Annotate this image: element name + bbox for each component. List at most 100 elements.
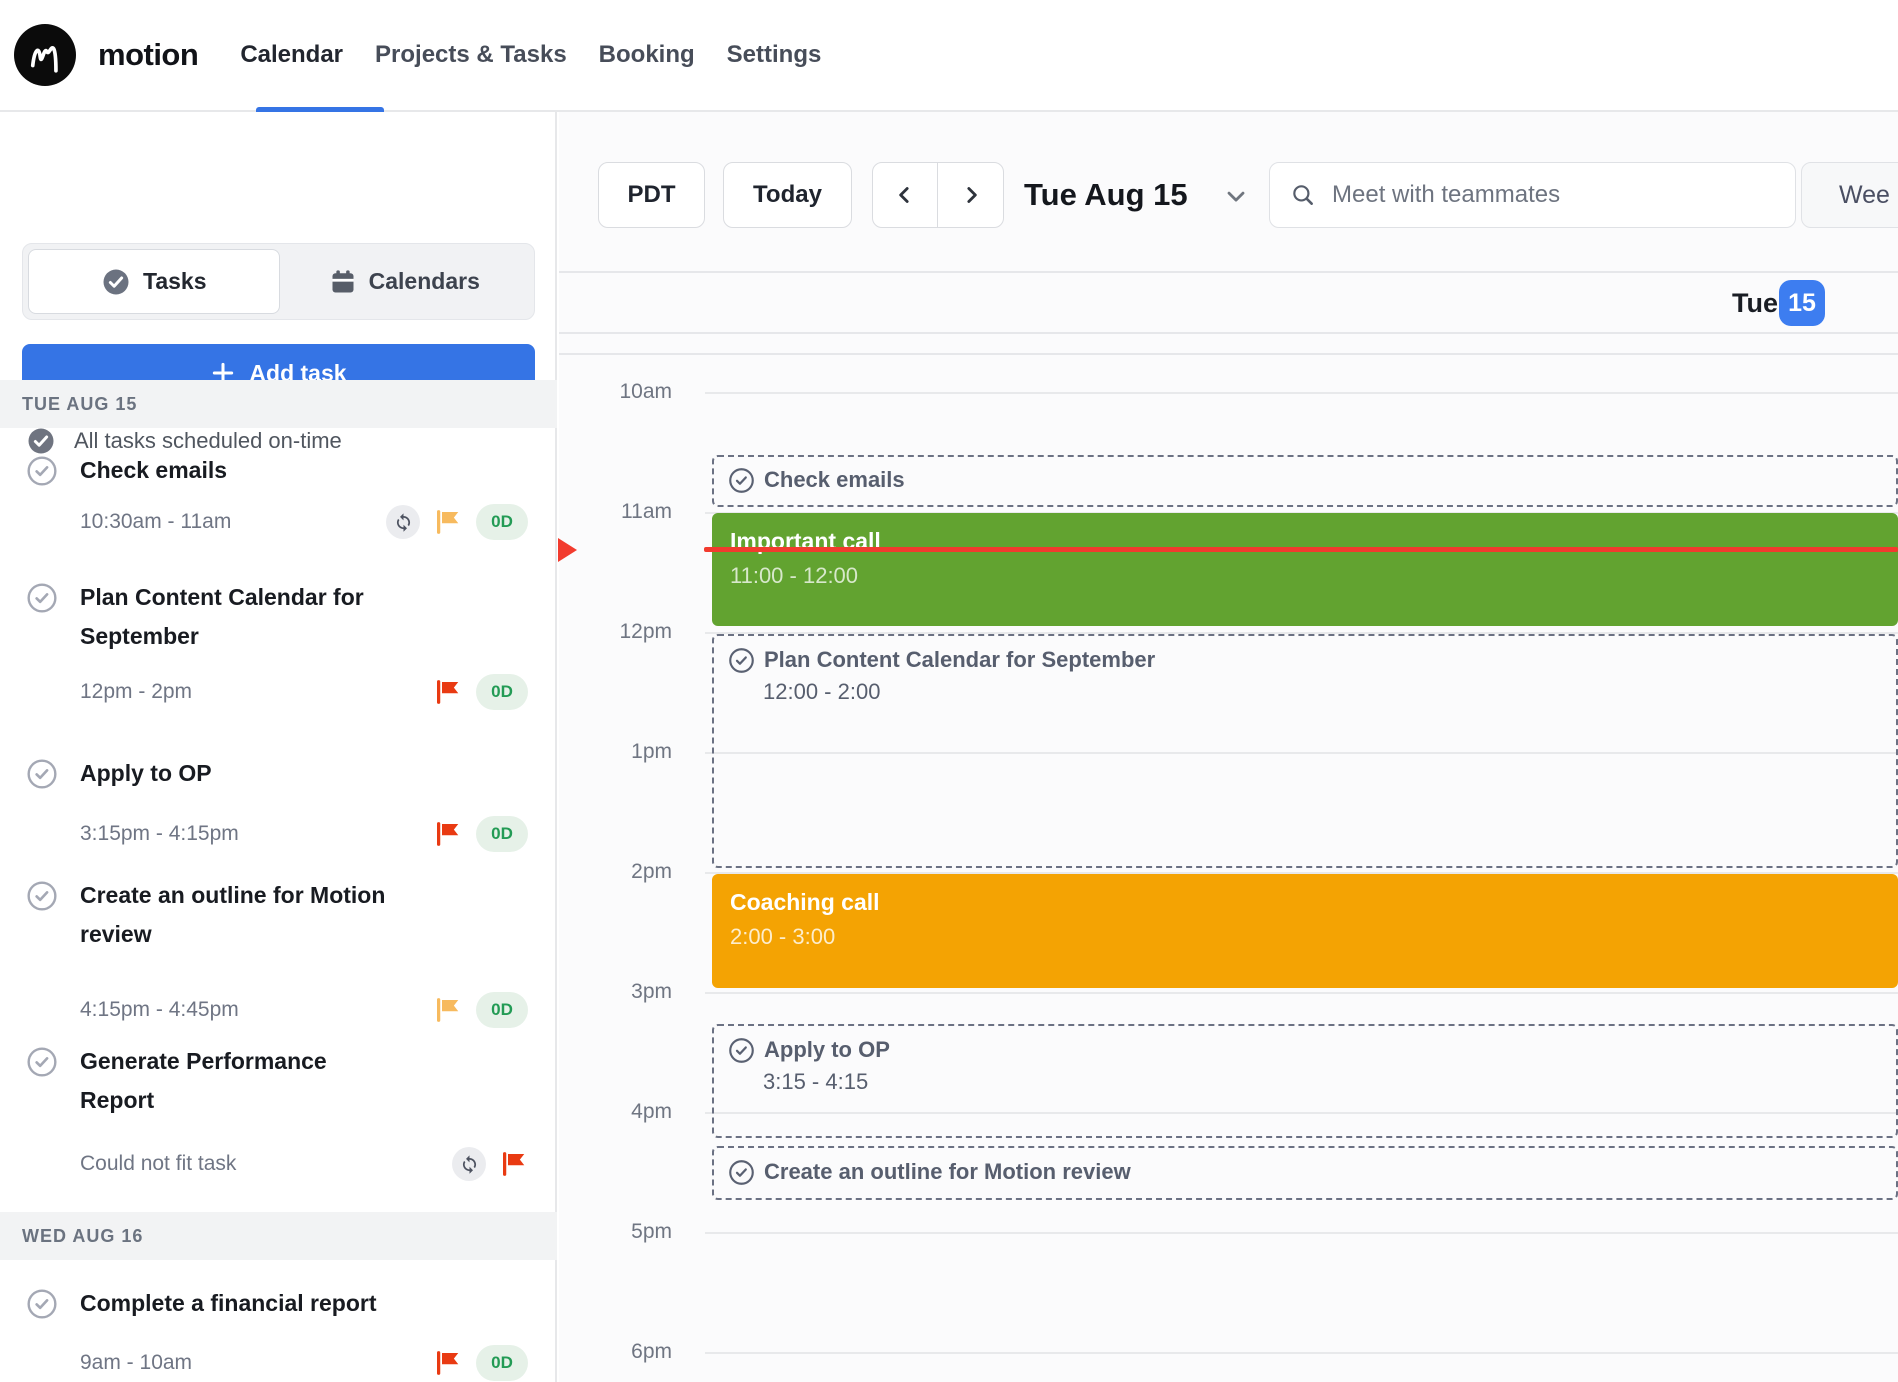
nav-tab-booking[interactable]: Booking xyxy=(591,41,703,69)
task-check-icon[interactable] xyxy=(26,1046,58,1078)
toggle-tasks-label: Tasks xyxy=(143,268,207,295)
section-label: WED AUG 16 xyxy=(22,1226,143,1247)
tasks-calendars-toggle: Tasks Calendars xyxy=(22,243,535,320)
task-title: Generate Performance Report xyxy=(80,1042,380,1120)
calendar-task-apply-to-op[interactable]: Apply to OP 3:15 - 4:15 xyxy=(712,1024,1898,1138)
chevron-down-icon[interactable] xyxy=(1222,182,1250,210)
hour-label: 12pm xyxy=(560,617,672,647)
calendar-icon xyxy=(329,268,357,296)
day-header-weekday: Tue xyxy=(1560,283,1778,323)
task-check-icon[interactable] xyxy=(26,880,58,912)
gridline-10am xyxy=(705,392,1898,394)
chevron-right-icon xyxy=(958,182,984,208)
event-title: Coaching call xyxy=(730,887,1880,917)
today-button[interactable]: Today xyxy=(723,162,852,228)
hour-label: 6pm xyxy=(560,1337,672,1367)
event-time: 11:00 - 12:00 xyxy=(730,563,1880,589)
view-selector-button[interactable]: Wee xyxy=(1801,162,1898,228)
task-time: 3:15pm - 4:15pm xyxy=(80,822,420,846)
flag-icon-orange xyxy=(432,507,462,537)
today-label: Today xyxy=(753,181,822,209)
timezone-button[interactable]: PDT xyxy=(598,162,705,228)
gridline-6pm xyxy=(705,1352,1898,1354)
section-header-wed-aug-16: WED AUG 16 xyxy=(0,1212,557,1260)
event-time: 12:00 - 2:00 xyxy=(763,679,1882,705)
timezone-label: PDT xyxy=(628,181,676,209)
allday-lane-top-divider xyxy=(559,332,1898,334)
task-status-text: Could not fit task xyxy=(80,1152,442,1176)
hour-label: 10am xyxy=(560,377,672,407)
auto-schedule-sync-icon xyxy=(386,505,420,539)
nav-tab-calendar[interactable]: Calendar xyxy=(232,41,351,69)
sidebar: Tasks Calendars Add task All tasks sched… xyxy=(0,112,557,1382)
flag-icon-red xyxy=(432,677,462,707)
task-title: Create an outline for Motion review xyxy=(80,876,460,954)
calendar-event-coaching-call[interactable]: Coaching call 2:00 - 3:00 xyxy=(712,874,1898,988)
search-input[interactable] xyxy=(1332,181,1775,209)
calendar-task-create-outline[interactable]: Create an outline for Motion review xyxy=(712,1146,1898,1200)
task-check-icon[interactable] xyxy=(26,758,58,790)
search-icon xyxy=(1290,182,1316,208)
hour-label: 5pm xyxy=(560,1217,672,1247)
task-check-icon[interactable] xyxy=(728,647,755,674)
toggle-tasks[interactable]: Tasks xyxy=(28,249,280,314)
section-header-tue-aug-15: TUE AUG 15 xyxy=(0,380,557,428)
deadline-badge: 0D xyxy=(476,1345,528,1381)
current-time-marker-icon xyxy=(558,538,577,562)
toggle-calendars[interactable]: Calendars xyxy=(280,249,530,314)
event-title: Apply to OP xyxy=(764,1034,890,1066)
nav-tab-settings[interactable]: Settings xyxy=(719,41,830,69)
view-selector-label: Wee xyxy=(1839,181,1890,210)
prev-day-button[interactable] xyxy=(873,163,938,227)
current-date-label[interactable]: Tue Aug 15 xyxy=(1024,162,1188,228)
event-time: 3:15 - 4:15 xyxy=(763,1069,1882,1095)
event-title: Plan Content Calendar for September xyxy=(764,644,1155,676)
task-row-plan-content-calendar[interactable]: Plan Content Calendar for September 12pm… xyxy=(0,578,555,710)
calendar-search[interactable] xyxy=(1269,162,1796,228)
hour-label: 3pm xyxy=(560,977,672,1007)
header-divider xyxy=(559,271,1898,273)
task-check-icon[interactable] xyxy=(26,1288,58,1320)
task-title: Complete a financial report xyxy=(80,1284,528,1323)
task-time: 4:15pm - 4:45pm xyxy=(80,998,420,1022)
task-row-complete-financial-report[interactable]: Complete a financial report 9am - 10am 0… xyxy=(0,1284,555,1381)
allday-lane-bottom-divider xyxy=(559,353,1898,355)
hour-label: 4pm xyxy=(560,1097,672,1127)
task-check-icon[interactable] xyxy=(26,582,58,614)
task-row-apply-to-op[interactable]: Apply to OP 3:15pm - 4:15pm 0D xyxy=(0,754,555,852)
hour-label: 1pm xyxy=(560,737,672,767)
task-row-create-outline[interactable]: Create an outline for Motion review 4:15… xyxy=(0,876,555,1028)
event-time: 2:00 - 3:00 xyxy=(730,924,1880,950)
auto-schedule-sync-icon xyxy=(452,1147,486,1181)
task-title: Check emails xyxy=(80,451,528,490)
next-day-button[interactable] xyxy=(938,163,1003,227)
motion-logo-glyph xyxy=(24,34,66,76)
task-time: 12pm - 2pm xyxy=(80,680,420,704)
chevron-left-icon xyxy=(892,182,918,208)
task-row-check-emails[interactable]: Check emails 10:30am - 11am 0D xyxy=(0,451,555,540)
main-nav: Calendar Projects & Tasks Booking Settin… xyxy=(232,41,829,69)
event-title: Check emails xyxy=(764,464,905,496)
motion-logo[interactable] xyxy=(14,24,76,86)
check-circle-icon xyxy=(101,267,131,297)
task-check-icon[interactable] xyxy=(728,467,755,494)
flag-icon-red xyxy=(498,1149,528,1179)
task-check-icon[interactable] xyxy=(728,1037,755,1064)
nav-tab-projects-tasks[interactable]: Projects & Tasks xyxy=(367,41,575,69)
toggle-calendars-label: Calendars xyxy=(369,268,480,295)
task-time: 9am - 10am xyxy=(80,1351,420,1375)
deadline-badge: 0D xyxy=(476,992,528,1028)
task-row-generate-performance-report[interactable]: Generate Performance Report Could not fi… xyxy=(0,1042,555,1182)
calendar-task-plan-content-calendar[interactable]: Plan Content Calendar for September 12:0… xyxy=(712,634,1898,868)
hour-label: 2pm xyxy=(560,857,672,887)
task-check-icon[interactable] xyxy=(26,455,58,487)
calendar-task-check-emails[interactable]: Check emails xyxy=(712,455,1898,507)
task-check-icon[interactable] xyxy=(728,1159,755,1186)
hour-label: 11am xyxy=(560,497,672,527)
task-title: Plan Content Calendar for September xyxy=(80,578,420,656)
deadline-badge: 0D xyxy=(476,504,528,540)
brand-wordmark: motion xyxy=(98,37,198,73)
section-label: TUE AUG 15 xyxy=(22,394,137,415)
calendar-event-important-call[interactable]: Important call 11:00 - 12:00 xyxy=(712,513,1898,626)
day-header-date-badge[interactable]: 15 xyxy=(1779,280,1825,326)
